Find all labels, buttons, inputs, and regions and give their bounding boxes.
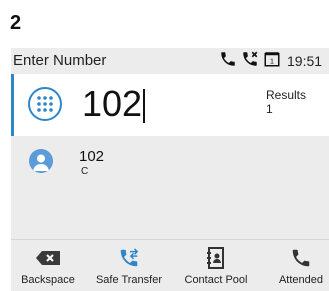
- number-input[interactable]: 102: [82, 82, 146, 126]
- contact-book-icon: [207, 247, 225, 269]
- step-number: 2: [10, 12, 22, 34]
- status-time: 19:51: [287, 53, 323, 69]
- transfer-icon: [118, 248, 140, 268]
- calendar-1-icon: 1: [263, 50, 281, 73]
- backspace-softkey[interactable]: Backspace: [11, 240, 85, 291]
- status-title: Enter Number: [13, 52, 107, 69]
- safe-transfer-label: Safe Transfer: [95, 274, 163, 286]
- status-icons: 1 19:51: [219, 50, 323, 73]
- backspace-icon: [35, 248, 61, 268]
- attended-softkey[interactable]: Attended: [265, 240, 329, 291]
- contact-name: 102: [79, 148, 105, 165]
- number-input-value: 102: [82, 83, 143, 124]
- text-caret: [143, 89, 146, 124]
- softkey-bar: Backspace Safe Transfer Contact Pool Att…: [11, 239, 329, 291]
- contact-subtitle: C: [81, 166, 89, 177]
- svg-text:1: 1: [270, 56, 274, 65]
- backspace-label: Backspace: [21, 274, 75, 286]
- contact-avatar-icon: [29, 149, 53, 173]
- results-label: Results: [266, 88, 307, 102]
- phone-icon: [219, 50, 237, 73]
- status-bar: Enter Number 1 19:51: [11, 48, 329, 74]
- attended-label: Attended: [278, 274, 324, 286]
- results-count: 1: [266, 102, 273, 116]
- number-input-row[interactable]: 102 Results 1: [11, 74, 329, 136]
- missed-call-icon: [241, 50, 259, 73]
- safe-transfer-softkey[interactable]: Safe Transfer: [85, 240, 173, 291]
- phone-screen: Enter Number 1 19:51 102 Results 1 102 C…: [11, 48, 329, 291]
- dialpad-icon[interactable]: [28, 87, 62, 121]
- search-result-item[interactable]: 102 C: [11, 138, 329, 184]
- contact-pool-label: Contact Pool: [184, 274, 248, 286]
- phone-icon: [290, 248, 312, 268]
- contact-pool-softkey[interactable]: Contact Pool: [175, 240, 257, 291]
